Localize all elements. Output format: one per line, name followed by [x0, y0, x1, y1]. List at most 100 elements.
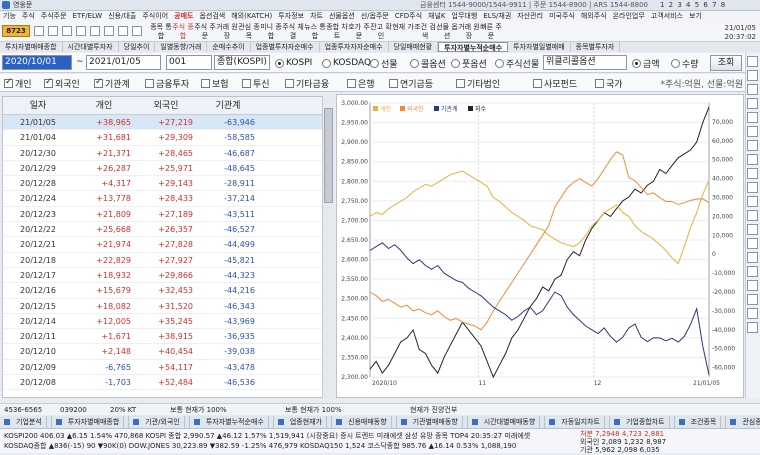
menu-item[interactable]: CFD주식: [392, 11, 425, 22]
table-row[interactable]: 20/12/17 +18,932 +29,866 -44,323: [3, 268, 333, 284]
tool-icon[interactable]: [747, 112, 758, 123]
taskbar-window[interactable]: 관심종목: [726, 416, 760, 428]
quick-menu-item[interactable]: 종합 차트: [326, 23, 348, 41]
quick-menu-item[interactable]: 거래 원장: [458, 23, 480, 41]
screen-tab[interactable]: 종목별투자자: [571, 42, 621, 52]
search-icon[interactable]: [48, 26, 58, 36]
screen-tab[interactable]: 업종별투자자순매수: [251, 42, 320, 52]
quick-menu-item[interactable]: 주식 주문: [194, 23, 216, 41]
market-radio[interactable]: KOSPI: [275, 56, 312, 70]
taskbar-window[interactable]: 시간대별매매동향: [468, 416, 546, 428]
menu-item[interactable]: 투자정보: [275, 11, 307, 22]
quick-menu-item[interactable]: 선물 옵션: [436, 23, 458, 41]
menu-item[interactable]: 주식이어: [139, 11, 171, 22]
menu-item[interactable]: 주식: [19, 11, 38, 22]
taskbar-window[interactable]: 기관/외국인: [129, 416, 190, 428]
table-row[interactable]: 21/01/04 +31,681 +29,309 -58,585: [3, 130, 333, 146]
menu-item[interactable]: 기능: [0, 11, 19, 22]
tool-icon[interactable]: [747, 98, 758, 109]
investor-checkbox[interactable]: 기타법인: [456, 77, 500, 90]
taskbar-window[interactable]: 투자자별매매종합: [52, 416, 130, 428]
screen-tab[interactable]: 당일추이: [119, 42, 156, 52]
screen-number-buttons[interactable]: 1 2 3 4 5 6 7 8: [660, 1, 726, 9]
investor-checkbox[interactable]: 개인: [4, 77, 32, 90]
tool-icon[interactable]: [747, 182, 758, 193]
tool-icon[interactable]: [747, 168, 758, 179]
menu-item[interactable]: 선/옵주문: [358, 11, 392, 22]
scroll-thumb[interactable]: [324, 108, 333, 203]
market-radio[interactable]: 풋옵션: [451, 56, 487, 70]
column-header[interactable]: 일자: [3, 97, 73, 114]
market-radio[interactable]: 주식선물: [495, 56, 539, 70]
taskbar-window[interactable]: 신용매매동향: [332, 416, 397, 428]
screen-tab[interactable]: 투자자별매매종합: [0, 42, 63, 52]
tool-icon[interactable]: [747, 280, 758, 291]
menu-item[interactable]: 선물옵션: [326, 11, 358, 22]
table-row[interactable]: 20/12/15 +18,082 +31,520 -46,343: [3, 299, 333, 314]
menu-item[interactable]: 공매도: [171, 11, 196, 22]
menu-item[interactable]: 신용/대출: [105, 11, 139, 22]
news-icon[interactable]: [104, 26, 114, 36]
menu-item[interactable]: 옵션검색: [196, 11, 228, 22]
radio-quantity[interactable]: 수량: [671, 56, 699, 70]
table-row[interactable]: 20/12/30 +21,371 +28,465 -46,687: [3, 146, 333, 161]
option-type-select[interactable]: 위클리콜옵션: [543, 55, 627, 70]
table-scrollbar[interactable]: [322, 96, 334, 398]
quick-menu-item[interactable]: 미니 종합: [260, 23, 282, 41]
menu-item[interactable]: 업무대행: [449, 11, 481, 22]
tool-icon[interactable]: [747, 140, 758, 151]
taskbar-window[interactable]: 기업분석: [0, 416, 52, 428]
quick-menu-item[interactable]: 현재 가: [392, 23, 414, 41]
tool-icon[interactable]: [747, 70, 758, 81]
taskbar-window[interactable]: 기업종합차트: [610, 416, 675, 428]
menu-item[interactable]: 고객서비스: [648, 11, 686, 22]
menu-item[interactable]: 보기: [686, 11, 705, 22]
menu-item[interactable]: ELS/채권: [480, 11, 514, 22]
investor-checkbox[interactable]: 외국인: [44, 77, 80, 90]
table-row[interactable]: 20/12/09 -6,765 +54,117 -43,478: [3, 360, 333, 376]
screen-tab[interactable]: 업종투자자자순매수: [320, 42, 389, 52]
column-header[interactable]: 기관계: [197, 97, 259, 114]
radio-amount[interactable]: 금액: [632, 56, 660, 70]
table-row[interactable]: 20/12/14 +12,005 +35,245 -43,969: [3, 314, 333, 330]
lock-icon[interactable]: [132, 26, 142, 36]
investor-checkbox[interactable]: 보험: [201, 77, 229, 90]
tool-icon[interactable]: [747, 196, 758, 207]
start-date-input[interactable]: 2020/10/01: [2, 55, 72, 70]
tool-icon[interactable]: [747, 210, 758, 221]
taskbar-window[interactable]: 자동일지차트: [545, 416, 610, 428]
status-code[interactable]: 4536-6565: [4, 404, 42, 416]
quick-menu-item[interactable]: 조건 검색: [414, 23, 436, 41]
menu-item[interactable]: 차트: [307, 11, 326, 22]
chart-icon[interactable]: [76, 26, 86, 36]
taskbar-window[interactable]: 조건종목: [675, 416, 727, 428]
table-row[interactable]: 20/12/16 +15,679 +32,453 -44,216: [3, 283, 333, 299]
screen-tab[interactable]: 투자자별일별매매: [508, 42, 571, 52]
table-row[interactable]: 20/12/10 +2,148 +40,454 -39,038: [3, 344, 333, 360]
table-row[interactable]: 20/12/22 +25,668 +26,357 -46,527: [3, 222, 333, 238]
menu-item[interactable]: 해외주식: [578, 11, 610, 22]
table-row[interactable]: 20/12/24 +13,778 +28,433 -37,214: [3, 191, 333, 207]
column-header[interactable]: 외국인: [135, 97, 197, 114]
market-radio[interactable]: KOSDAQ: [322, 56, 371, 70]
screen-tab[interactable]: 순매수추이: [207, 42, 251, 52]
screen-tab[interactable]: 시간대별투자자: [63, 42, 119, 52]
menu-item[interactable]: 주식주문: [38, 11, 70, 22]
lookup-button[interactable]: 조회: [710, 55, 742, 71]
investor-checkbox[interactable]: 국가: [595, 77, 623, 90]
market-radio[interactable]: 선물: [370, 56, 398, 70]
taskbar-window[interactable]: 투자자별누적순매수: [190, 416, 274, 428]
table-row[interactable]: 21/01/05 +38,965 +27,219 -63,946: [3, 115, 333, 131]
settings-icon[interactable]: [118, 26, 128, 36]
taskbar-window[interactable]: 기관별매매동향: [397, 416, 468, 428]
tool-icon[interactable]: [747, 224, 758, 235]
screen-tab[interactable]: 당일매매현황: [389, 42, 439, 52]
market-radio[interactable]: 콜옵션: [410, 56, 446, 70]
investor-checkbox[interactable]: 투신: [242, 77, 270, 90]
order-icon[interactable]: [90, 26, 100, 36]
menu-item[interactable]: 해외(KATCH): [228, 11, 275, 22]
tool-icon[interactable]: [747, 322, 758, 333]
tool-icon[interactable]: [747, 308, 758, 319]
menu-item[interactable]: ETF/ELW: [70, 11, 106, 22]
investor-checkbox[interactable]: 기타금융: [285, 77, 329, 90]
